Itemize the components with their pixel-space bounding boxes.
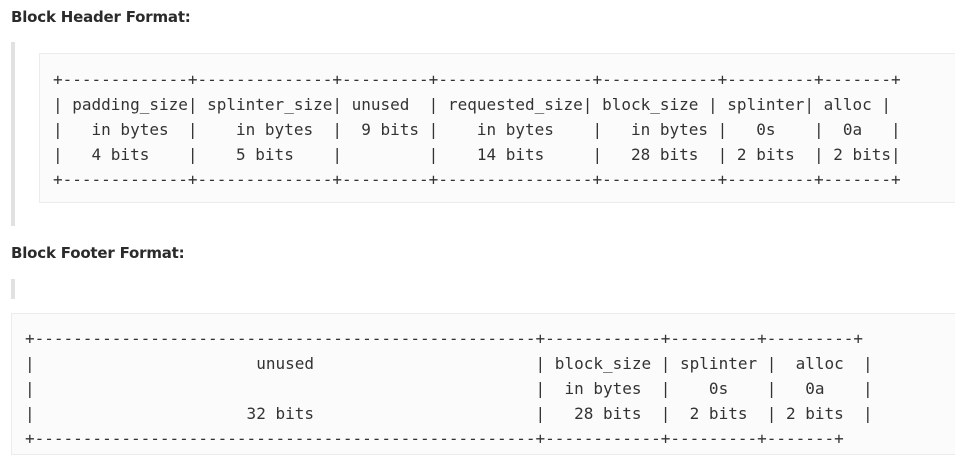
diagram-line: | 4 bits | 5 bits | | 14 bits | 28 bits … — [53, 145, 901, 164]
diagram-line: | padding_size| splinter_size| unused | … — [53, 95, 892, 114]
block-footer-format-heading: Block Footer Format: — [11, 244, 185, 262]
footer-format-diagram: +---------------------------------------… — [12, 314, 955, 451]
footer-format-code-block: +---------------------------------------… — [11, 313, 955, 455]
diagram-line: +-------------+--------------+---------+… — [53, 170, 901, 189]
diagram-line: +---------------------------------------… — [25, 429, 844, 448]
diagram-line: | unused | block_size | splinter | alloc… — [25, 354, 873, 373]
footer-blockquote-bar — [11, 279, 15, 299]
diagram-line: +---------------------------------------… — [25, 329, 864, 348]
diagram-line: | | in bytes | 0s | 0a | — [25, 379, 873, 398]
diagram-line: | 32 bits | 28 bits | 2 bits | 2 bits | — [25, 404, 873, 423]
header-format-code-block: +-------------+--------------+---------+… — [39, 53, 955, 203]
header-format-diagram: +-------------+--------------+---------+… — [40, 54, 955, 192]
block-header-format-heading: Block Header Format: — [11, 8, 191, 26]
diagram-line: | in bytes | in bytes | 9 bits | in byte… — [53, 120, 901, 139]
header-blockquote-bar — [11, 42, 15, 226]
diagram-line: +-------------+--------------+---------+… — [53, 70, 901, 89]
